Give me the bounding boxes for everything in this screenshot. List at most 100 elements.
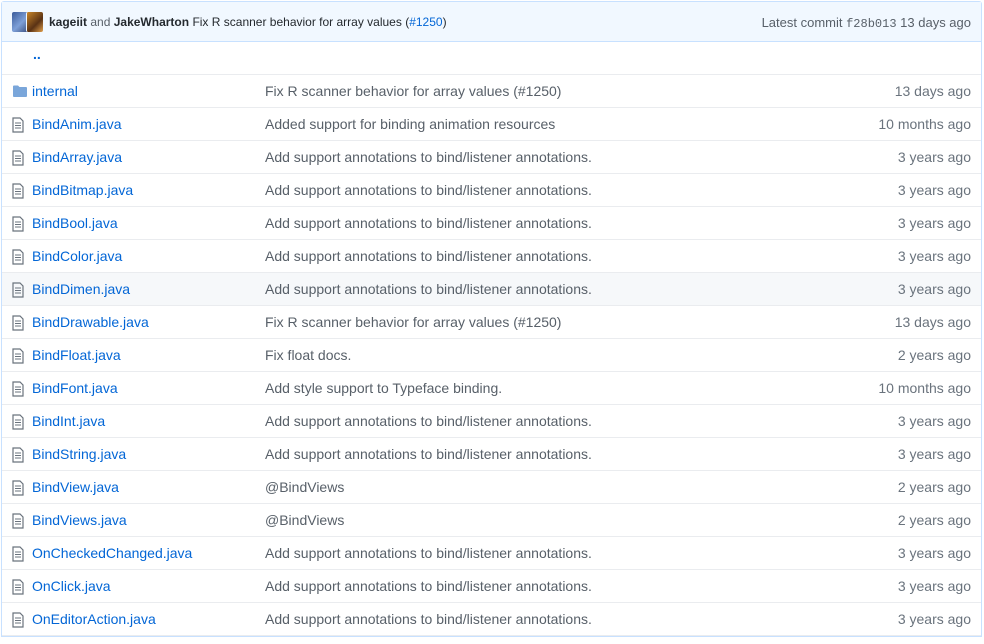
file-icon xyxy=(12,414,28,430)
commit-age: 3 years ago xyxy=(897,413,971,429)
file-name-link[interactable]: BindFloat.java xyxy=(32,347,121,363)
commit-message-text[interactable]: Fix R scanner behavior for array values … xyxy=(192,15,409,29)
file-name-link[interactable]: BindViews.java xyxy=(32,512,127,528)
latest-commit-label: Latest commit xyxy=(761,15,843,30)
file-row[interactable]: BindFont.java Add style support to Typefa… xyxy=(2,372,981,405)
file-name-link[interactable]: OnEditorAction.java xyxy=(32,611,156,627)
file-row[interactable]: BindBitmap.java Add support annotations t… xyxy=(2,174,981,207)
commit-author-link[interactable]: kageiit xyxy=(49,15,87,29)
file-icon xyxy=(12,546,28,562)
file-row[interactable]: BindView.java @BindViews 2 years ago xyxy=(2,471,981,504)
file-row[interactable]: BindArray.java Add support annotations to… xyxy=(2,141,981,174)
file-row[interactable]: BindFloat.java Fix float docs. 2 years ago xyxy=(2,339,981,372)
commit-message-link[interactable]: Add support annotations to bind/listener… xyxy=(265,149,592,165)
commit-age: 3 years ago xyxy=(897,578,971,594)
file-icon xyxy=(12,117,28,133)
file-row[interactable]: BindDimen.java Add support annotations to… xyxy=(2,273,981,306)
commit-sha-link[interactable]: f28b013 xyxy=(846,17,896,31)
commit-message-end[interactable]: ) xyxy=(443,15,447,29)
file-row[interactable]: BindString.java Add support annotations t… xyxy=(2,438,981,471)
file-icon xyxy=(12,381,28,397)
file-name-link[interactable]: BindColor.java xyxy=(32,248,122,264)
parent-directory-link[interactable]: .. xyxy=(33,46,41,62)
file-icon xyxy=(12,150,28,166)
file-icon xyxy=(12,249,28,265)
file-row[interactable]: BindDrawable.java Fix R scanner behavior … xyxy=(2,306,981,339)
file-browser: kageiit and JakeWharton Fix R scanner be… xyxy=(1,1,982,637)
commit-age: 3 years ago xyxy=(897,281,971,297)
commit-message-link[interactable]: Add support annotations to bind/listener… xyxy=(265,413,592,429)
commit-age: 10 months ago xyxy=(878,380,971,396)
file-name-link[interactable]: BindInt.java xyxy=(32,413,105,429)
file-name-link[interactable]: OnCheckedChanged.java xyxy=(32,545,192,561)
file-icon xyxy=(12,282,28,298)
commit-message-link[interactable]: Add support annotations to bind/listener… xyxy=(265,182,592,198)
file-row[interactable]: BindInt.java Add support annotations to b… xyxy=(2,405,981,438)
file-name-link[interactable]: OnClick.java xyxy=(32,578,111,594)
parent-directory-row[interactable]: .. xyxy=(2,42,981,75)
file-name-link[interactable]: BindFont.java xyxy=(32,380,118,396)
commit-age: 3 years ago xyxy=(897,545,971,561)
commit-age: 13 days ago xyxy=(894,314,971,330)
commit-age: 2 years ago xyxy=(897,479,971,495)
file-row[interactable]: BindBool.java Add support annotations to … xyxy=(2,207,981,240)
commit-author-link[interactable]: JakeWharton xyxy=(114,15,189,29)
file-name-link[interactable]: BindBool.java xyxy=(32,215,118,231)
commit-message-link[interactable]: Add support annotations to bind/listener… xyxy=(265,248,592,264)
file-row[interactable]: internal Fix R scanner behavior for array… xyxy=(2,75,981,108)
commit-message-link[interactable]: @BindViews xyxy=(265,479,344,495)
file-icon xyxy=(12,513,28,529)
commit-message-link[interactable]: Add support annotations to bind/listener… xyxy=(265,545,592,561)
commit-message-link[interactable]: Fix float docs. xyxy=(265,347,351,363)
file-name-link[interactable]: BindAnim.java xyxy=(32,116,122,132)
file-icon xyxy=(12,612,28,628)
commit-age: 2 years ago xyxy=(897,347,971,363)
commit-message-link[interactable]: Fix R scanner behavior for array values … xyxy=(265,314,561,330)
commit-age: 10 months ago xyxy=(878,116,971,132)
commit-message-link[interactable]: Add support annotations to bind/listener… xyxy=(265,281,592,297)
file-name-link[interactable]: internal xyxy=(32,83,78,99)
commit-age: 3 years ago xyxy=(897,611,971,627)
file-row[interactable]: BindAnim.java Added support for binding a… xyxy=(2,108,981,141)
file-name-link[interactable]: BindArray.java xyxy=(32,149,122,165)
latest-commit-bar: kageiit and JakeWharton Fix R scanner be… xyxy=(2,2,981,42)
file-name-link[interactable]: BindView.java xyxy=(32,479,119,495)
file-icon xyxy=(12,579,28,595)
file-name-link[interactable]: BindBitmap.java xyxy=(32,182,133,198)
folder-icon xyxy=(12,84,28,100)
commit-age: 13 days ago xyxy=(894,83,971,99)
pull-request-link[interactable]: #1250 xyxy=(409,15,442,29)
commit-message-link[interactable]: Added support for binding animation reso… xyxy=(265,116,555,132)
commit-age: 3 years ago xyxy=(897,446,971,462)
commit-message-link[interactable]: Add support annotations to bind/listener… xyxy=(265,578,592,594)
file-icon xyxy=(12,348,28,364)
commit-message-link[interactable]: Add support annotations to bind/listener… xyxy=(265,446,592,462)
commit-message-link[interactable]: Fix R scanner behavior for array values … xyxy=(265,83,561,99)
file-row[interactable]: BindColor.java Add support annotations to… xyxy=(2,240,981,273)
file-row[interactable]: OnEditorAction.java Add support annotatio… xyxy=(2,603,981,636)
commit-age: 3 years ago xyxy=(897,248,971,264)
file-name-link[interactable]: BindDimen.java xyxy=(32,281,130,297)
commit-age: 3 years ago xyxy=(897,149,971,165)
file-list: .. internal Fix R scanner behavior for ar… xyxy=(2,42,981,636)
avatar[interactable] xyxy=(26,12,43,32)
commit-message-link[interactable]: @BindViews xyxy=(265,512,344,528)
commit-message-link[interactable]: Add support annotations to bind/listener… xyxy=(265,215,592,231)
commit-conjunction: and xyxy=(90,15,111,29)
file-name-link[interactable]: BindDrawable.java xyxy=(32,314,149,330)
commit-message-link[interactable]: Add support annotations to bind/listener… xyxy=(265,611,592,627)
file-row[interactable]: OnCheckedChanged.java Add support annotat… xyxy=(2,537,981,570)
author-avatars[interactable] xyxy=(12,12,43,32)
file-name-link[interactable]: BindString.java xyxy=(32,446,126,462)
file-row[interactable]: OnClick.java Add support annotations to b… xyxy=(2,570,981,603)
commit-message-link[interactable]: Fix R scanner behavior for array values … xyxy=(192,15,446,29)
commit-summary: kageiit and JakeWharton Fix R scanner be… xyxy=(49,15,447,29)
commit-age: 3 years ago xyxy=(897,215,971,231)
file-icon xyxy=(12,183,28,199)
commit-age: 3 years ago xyxy=(897,182,971,198)
commit-age: 2 years ago xyxy=(897,512,971,528)
file-row[interactable]: BindViews.java @BindViews 2 years ago xyxy=(2,504,981,537)
commit-message-link[interactable]: Add style support to Typeface binding. xyxy=(265,380,502,396)
file-icon xyxy=(12,315,28,331)
file-icon xyxy=(12,447,28,463)
